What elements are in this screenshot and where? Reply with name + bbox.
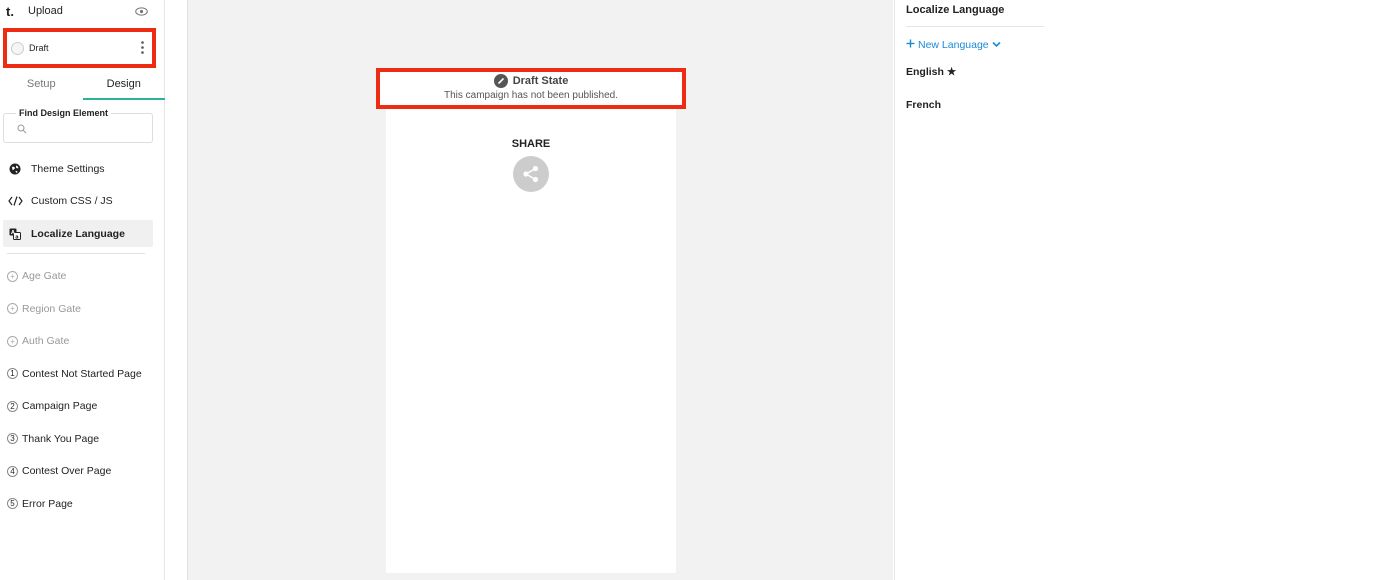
pencil-icon [493, 74, 508, 88]
draft-status-icon [11, 41, 24, 55]
plus-icon [906, 39, 915, 51]
page-item-campaign[interactable]: 2 Campaign Page [3, 393, 153, 419]
plus-icon: + [7, 303, 18, 314]
nav-item-theme-settings[interactable]: Theme Settings [3, 155, 153, 182]
code-icon [7, 193, 23, 209]
right-panel: Localize Language New Language English ★… [894, 0, 1376, 580]
find-design-element-label: Find Design Element [16, 108, 112, 118]
page-number-badge: 4 [7, 465, 18, 477]
new-language-button[interactable]: New Language [906, 39, 1001, 51]
mobile-preview: SHARE [386, 108, 676, 573]
svg-text:a: a [15, 234, 18, 240]
preview-canvas: SHARE Draft State This campaign has not … [187, 0, 893, 580]
page-item-region-gate[interactable]: + Region Gate [3, 296, 153, 322]
nav-item-label: Localize Language [31, 227, 125, 240]
nav-item-localize-language[interactable]: Aa Localize Language [3, 220, 153, 247]
language-item-english[interactable]: English ★ [906, 66, 956, 78]
tab-design[interactable]: Design [82, 72, 165, 100]
panel-title: Localize Language [906, 4, 1005, 16]
page-number-badge: 2 [7, 400, 18, 412]
translate-icon: Aa [7, 226, 23, 242]
page-item-label: Region Gate [22, 302, 81, 315]
banner-title-row: Draft State [380, 74, 682, 88]
page-item-label: Thank You Page [22, 432, 100, 445]
page-number-badge: 1 [7, 368, 18, 379]
left-sidebar: t. Upload Draft Setup Design Find Design… [0, 0, 165, 580]
new-language-label: New Language [918, 39, 989, 51]
design-nav: Theme Settings Custom CSS / JS Aa Locali… [3, 155, 153, 254]
draft-state-banner: Draft State This campaign has not been p… [376, 68, 686, 109]
page-number-badge: 3 [7, 433, 18, 444]
search-icon [17, 123, 27, 137]
page-item-contest-not-started[interactable]: 1 Contest Not Started Page [3, 361, 153, 387]
nav-item-label: Custom CSS / JS [31, 195, 113, 207]
page-item-label: Age Gate [22, 270, 67, 282]
app-logo[interactable]: t. [6, 4, 20, 19]
upload-button[interactable]: Upload [28, 5, 63, 17]
page-number-badge: 5 [7, 498, 18, 509]
panel-divider [906, 26, 1044, 27]
eye-icon[interactable] [135, 5, 148, 19]
banner-title: Draft State [512, 75, 569, 87]
nav-divider [7, 252, 145, 254]
nav-item-label: Theme Settings [31, 162, 105, 175]
page-item-auth-gate[interactable]: + Auth Gate [3, 328, 153, 354]
share-label: SHARE [511, 138, 551, 150]
page-item-age-gate[interactable]: + Age Gate [3, 263, 153, 289]
page-list: + Age Gate + Region Gate + Auth Gate 1 C… [3, 263, 153, 523]
page-item-thank-you[interactable]: 3 Thank You Page [3, 426, 153, 452]
page-item-error[interactable]: 5 Error Page [3, 491, 153, 517]
page-item-contest-over[interactable]: 4 Contest Over Page [3, 458, 153, 484]
draft-status-label: Draft [29, 43, 49, 53]
sidebar-tabs: Setup Design [0, 72, 165, 100]
nav-item-custom-css-js[interactable]: Custom CSS / JS [3, 188, 153, 215]
globe-icon [7, 161, 23, 177]
page-item-label: Campaign Page [22, 400, 98, 412]
plus-icon: + [7, 270, 18, 282]
page-item-label: Error Page [22, 497, 73, 510]
draft-status-selector[interactable]: Draft [3, 28, 156, 68]
topbar: t. Upload [0, 0, 164, 22]
language-item-french[interactable]: French [906, 99, 941, 111]
page-item-label: Auth Gate [22, 335, 70, 347]
share-icon[interactable] [513, 156, 549, 192]
page-item-label: Contest Over Page [22, 465, 112, 477]
banner-subtitle: This campaign has not been published. [443, 90, 618, 101]
kebab-menu-icon[interactable] [141, 41, 144, 57]
find-design-element-field[interactable]: Find Design Element [3, 108, 153, 143]
plus-icon: + [7, 335, 18, 347]
chevron-down-icon [992, 39, 1001, 51]
page-item-label: Contest Not Started Page [22, 367, 142, 380]
tab-setup[interactable]: Setup [0, 72, 83, 100]
